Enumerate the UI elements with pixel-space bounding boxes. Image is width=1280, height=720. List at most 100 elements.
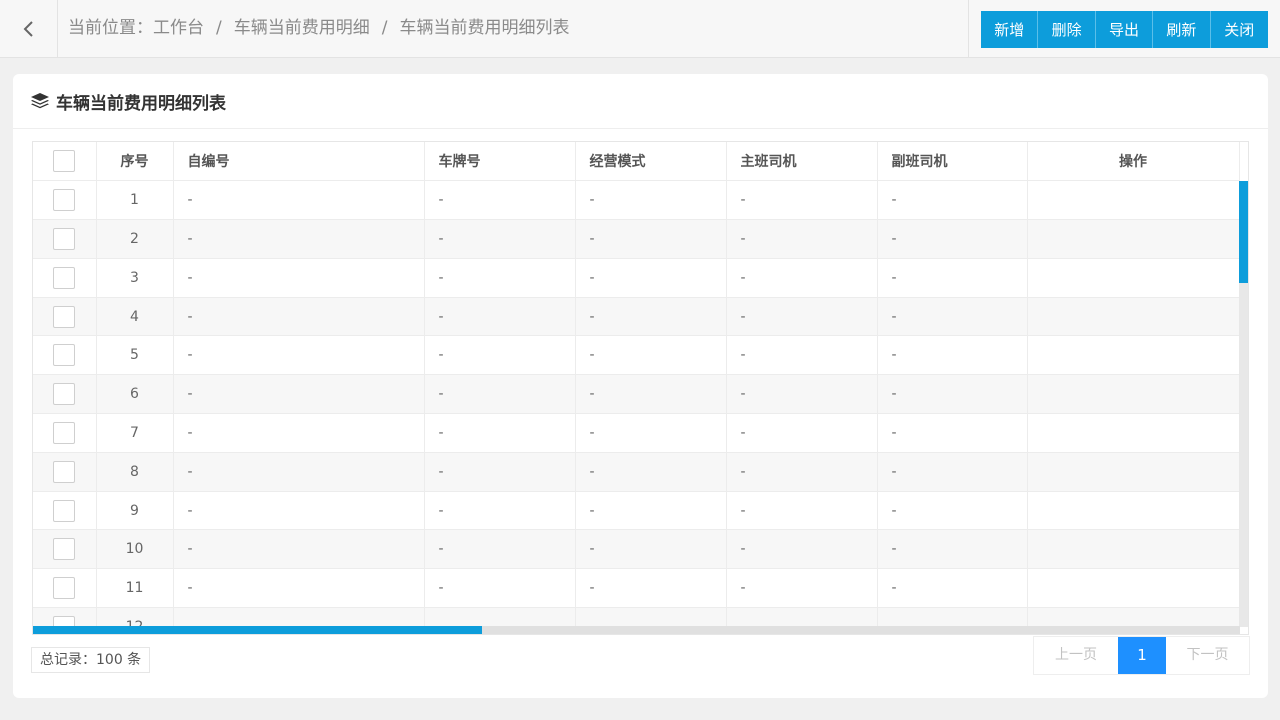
list-card: 车辆当前费用明细列表 序号 自编号 车牌号 经营模式 主班司机 副班司机 操作 …	[13, 74, 1268, 698]
row-checkbox[interactable]	[53, 227, 76, 250]
row-checkbox-cell	[33, 568, 97, 609]
row-operation-mode: -	[575, 529, 727, 570]
export-button[interactable]: 导出	[1095, 11, 1154, 48]
row-seq: 7	[96, 413, 174, 453]
table-header-row: 序号 自编号 车牌号 经营模式 主班司机 副班司机 操作	[33, 142, 1240, 182]
select-all-checkbox[interactable]	[53, 150, 76, 173]
column-header-plate-number[interactable]: 车牌号	[424, 142, 576, 182]
table-row[interactable]: 11-----详情编辑删除	[33, 568, 1240, 609]
row-checkbox-cell	[33, 180, 97, 221]
row-self-number: -	[173, 413, 425, 453]
row-checkbox[interactable]	[53, 266, 76, 289]
table-row[interactable]: 6-----详情编辑删除	[33, 374, 1240, 415]
row-self-number: -	[173, 529, 425, 570]
column-header-self-number[interactable]: 自编号	[173, 142, 425, 182]
layers-icon	[31, 93, 49, 109]
table-row[interactable]: 1-----详情编辑删除	[33, 180, 1240, 221]
refresh-button[interactable]: 刷新	[1153, 11, 1211, 48]
row-sub-driver: -	[877, 219, 1028, 259]
top-bar: 当前位置：工作台 / 车辆当前费用明细 / 车辆当前费用明细列表 新增 删除 导出 刷新…	[0, 0, 1280, 58]
row-main-driver: -	[726, 219, 878, 259]
row-operation-mode: -	[575, 297, 727, 337]
toolbar-divider	[968, 0, 969, 57]
card-title: 车辆当前费用明细列表	[56, 93, 226, 114]
table-row[interactable]: 8-----详情编辑删除	[33, 452, 1240, 492]
row-main-driver: -	[726, 258, 878, 298]
row-spacer	[1027, 413, 1240, 453]
row-checkbox[interactable]	[53, 344, 76, 367]
row-sub-driver: -	[877, 297, 1028, 337]
breadcrumb-prefix: 当前位置：	[68, 18, 153, 38]
row-seq: 9	[96, 491, 174, 531]
horizontal-scrollbar[interactable]	[33, 626, 1240, 634]
row-main-driver: -	[726, 452, 878, 492]
row-seq: 11	[96, 568, 174, 609]
row-checkbox-cell	[33, 491, 97, 531]
row-checkbox[interactable]	[53, 577, 76, 600]
row-main-driver: -	[726, 491, 878, 531]
row-sub-driver: -	[877, 180, 1028, 221]
add-button[interactable]: 新增	[981, 11, 1039, 48]
row-operation-mode: -	[575, 491, 727, 531]
row-checkbox[interactable]	[53, 460, 76, 483]
row-checkbox[interactable]	[53, 499, 76, 522]
column-header-sub-driver[interactable]: 副班司机	[877, 142, 1028, 182]
chevron-left-icon	[23, 20, 33, 37]
table-row[interactable]: 9-----详情编辑删除	[33, 491, 1240, 531]
card-header: 车辆当前费用明细列表	[13, 74, 1268, 129]
row-plate-number: -	[424, 258, 576, 298]
back-button[interactable]	[0, 0, 58, 57]
breadcrumb-item-cost-detail[interactable]: 车辆当前费用明细	[234, 18, 370, 38]
table-row[interactable]: 10-----详情编辑删除	[33, 529, 1240, 570]
breadcrumb: 当前位置：工作台 / 车辆当前费用明细 / 车辆当前费用明细列表	[68, 0, 569, 57]
row-spacer	[1027, 258, 1240, 298]
vertical-scrollbar-thumb[interactable]	[1239, 181, 1248, 283]
row-checkbox-cell	[33, 297, 97, 337]
close-button[interactable]: 关闭	[1210, 11, 1268, 48]
horizontal-scrollbar-thumb[interactable]	[33, 626, 482, 634]
row-spacer	[1027, 335, 1240, 376]
row-sub-driver: -	[877, 529, 1028, 570]
breadcrumb-item-workbench[interactable]: 工作台	[153, 18, 204, 38]
row-main-driver: -	[726, 297, 878, 337]
row-self-number: -	[173, 258, 425, 298]
column-header-seq[interactable]: 序号	[96, 142, 174, 182]
row-sub-driver: -	[877, 452, 1028, 492]
row-operation-mode: -	[575, 452, 727, 492]
row-operation-mode: -	[575, 568, 727, 609]
row-seq: 6	[96, 374, 174, 415]
row-spacer	[1027, 491, 1240, 531]
row-checkbox[interactable]	[53, 305, 76, 328]
row-operation-mode: -	[575, 258, 727, 298]
row-sub-driver: -	[877, 568, 1028, 609]
column-header-operation-mode[interactable]: 经营模式	[575, 142, 727, 182]
row-checkbox[interactable]	[53, 421, 76, 444]
row-self-number: -	[173, 568, 425, 609]
table-row[interactable]: 3-----详情编辑删除	[33, 258, 1240, 298]
prev-page-button[interactable]: 上一页	[1034, 637, 1118, 674]
data-table: 序号 自编号 车牌号 经营模式 主班司机 副班司机 操作 1-----详情编辑删…	[32, 141, 1249, 635]
table-row[interactable]: 7-----详情编辑删除	[33, 413, 1240, 453]
row-checkbox[interactable]	[53, 189, 76, 212]
row-seq: 2	[96, 219, 174, 259]
table-row[interactable]: 5-----详情编辑删除	[33, 335, 1240, 376]
row-operation-mode: -	[575, 374, 727, 415]
row-checkbox[interactable]	[53, 383, 76, 406]
row-checkbox[interactable]	[53, 538, 76, 561]
row-checkbox-cell	[33, 335, 97, 376]
page-number-current[interactable]: 1	[1118, 637, 1166, 674]
row-seq: 10	[96, 529, 174, 570]
row-spacer	[1027, 529, 1240, 570]
table-row[interactable]: 2-----详情编辑删除	[33, 219, 1240, 259]
vertical-scrollbar[interactable]	[1239, 181, 1248, 627]
delete-button[interactable]: 删除	[1038, 11, 1096, 48]
table-row[interactable]: 4-----详情编辑删除	[33, 297, 1240, 337]
next-page-button[interactable]: 下一页	[1166, 637, 1249, 674]
row-self-number: -	[173, 452, 425, 492]
column-header-main-driver[interactable]: 主班司机	[726, 142, 878, 182]
pagination: 上一页 1 下一页	[1033, 636, 1250, 675]
row-operation-mode: -	[575, 413, 727, 453]
total-records: 总记录：100 条	[31, 647, 151, 673]
row-main-driver: -	[726, 413, 878, 453]
row-seq: 5	[96, 335, 174, 376]
